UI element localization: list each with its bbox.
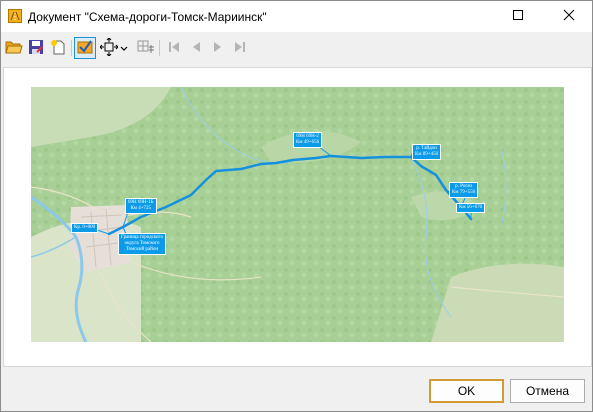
save-icon	[28, 39, 44, 58]
cancel-button[interactable]: Отмена	[510, 379, 585, 403]
next-icon	[211, 41, 225, 56]
first-button[interactable]	[163, 37, 185, 59]
fit-dropdown-button[interactable]	[117, 37, 131, 59]
toolbar-separator	[71, 40, 72, 56]
previous-button[interactable]	[185, 37, 207, 59]
previous-icon	[189, 41, 203, 56]
app-road-icon	[8, 9, 22, 23]
ok-button[interactable]: OK	[429, 379, 504, 403]
map-label-border: Граница городского округа Томского Томский…	[118, 233, 166, 255]
next-button[interactable]	[207, 37, 229, 59]
new-document-icon	[50, 39, 66, 58]
open-folder-icon	[5, 39, 23, 58]
document-canvas: Кр. 0+000 Граница городского округа Томск…	[3, 67, 592, 367]
last-icon	[233, 41, 247, 56]
save-button[interactable]	[25, 37, 47, 59]
map-label-end: Км 56+670	[456, 203, 486, 213]
maximize-button[interactable]	[495, 1, 541, 32]
last-button[interactable]	[229, 37, 251, 59]
close-button[interactable]	[546, 1, 592, 32]
document-window: Документ "Схема-дороги-Томск-Мариинск" К…	[0, 0, 593, 412]
window-title: Документ "Схема-дороги-Томск-Мариинск"	[28, 10, 267, 24]
map-label-start: Кр. 0+000	[71, 223, 99, 233]
map-graphic	[31, 87, 564, 342]
apply-button[interactable]	[74, 37, 96, 59]
map-label-river1: р. Тайдон Км 89+450	[412, 144, 442, 160]
road-map[interactable]: Кр. 0+000 Граница городского округа Томск…	[31, 87, 564, 342]
open-button[interactable]	[3, 37, 25, 59]
map-label-road1: 69Н 69Н-1Б Км 4+725	[125, 198, 157, 214]
toolbar	[1, 34, 592, 62]
fit-extent-icon	[99, 36, 119, 59]
toolbar-separator	[159, 40, 160, 56]
map-label-road2: 69Н 69Н-2 Км 49+656	[293, 132, 323, 148]
grid-tool-button[interactable]	[135, 37, 157, 59]
apply-check-icon	[77, 39, 93, 58]
first-icon	[167, 41, 181, 56]
new-document-button[interactable]	[47, 37, 69, 59]
chevron-down-icon	[120, 41, 128, 55]
maximize-icon	[512, 9, 524, 24]
map-label-river2: р. Рогач Км 79+550	[449, 182, 479, 198]
close-icon	[563, 9, 575, 24]
grid-tool-icon	[137, 39, 155, 58]
title-bar: Документ "Схема-дороги-Томск-Мариинск"	[1, 1, 592, 32]
